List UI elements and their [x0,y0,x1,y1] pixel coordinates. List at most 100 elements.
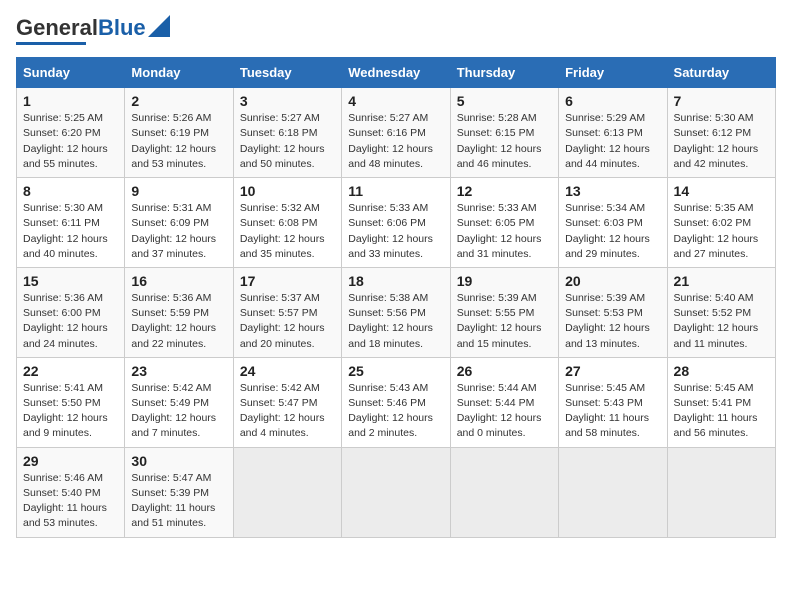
calendar-cell: 13Sunrise: 5:34 AM Sunset: 6:03 PM Dayli… [559,178,667,268]
day-info: Sunrise: 5:29 AM Sunset: 6:13 PM Dayligh… [565,111,660,172]
calendar-cell: 27Sunrise: 5:45 AM Sunset: 5:43 PM Dayli… [559,357,667,447]
day-number: 22 [23,363,118,379]
day-number: 12 [457,183,552,199]
day-info: Sunrise: 5:36 AM Sunset: 5:59 PM Dayligh… [131,291,226,352]
day-number: 17 [240,273,335,289]
day-info: Sunrise: 5:32 AM Sunset: 6:08 PM Dayligh… [240,201,335,262]
day-number: 13 [565,183,660,199]
day-info: Sunrise: 5:33 AM Sunset: 6:05 PM Dayligh… [457,201,552,262]
day-number: 23 [131,363,226,379]
day-number: 21 [674,273,769,289]
column-header-saturday: Saturday [667,58,775,88]
calendar-cell: 11Sunrise: 5:33 AM Sunset: 6:06 PM Dayli… [342,178,450,268]
day-info: Sunrise: 5:39 AM Sunset: 5:55 PM Dayligh… [457,291,552,352]
day-info: Sunrise: 5:45 AM Sunset: 5:41 PM Dayligh… [674,381,769,442]
calendar-cell: 20 Sunrise: 5:39 AM Sunset: 5:53 PM Dayli… [559,267,667,357]
calendar-cell: 21Sunrise: 5:40 AM Sunset: 5:52 PM Dayli… [667,267,775,357]
day-info: Sunrise: 5:28 AM Sunset: 6:15 PM Dayligh… [457,111,552,172]
column-header-monday: Monday [125,58,233,88]
day-number: 28 [674,363,769,379]
day-number: 18 [348,273,443,289]
day-number: 15 [23,273,118,289]
calendar-table: SundayMondayTuesdayWednesdayThursdayFrid… [16,57,776,537]
day-info: Sunrise: 5:43 AM Sunset: 5:46 PM Dayligh… [348,381,443,442]
day-info: Sunrise: 5:27 AM Sunset: 6:16 PM Dayligh… [348,111,443,172]
column-header-friday: Friday [559,58,667,88]
calendar-week-2: 8Sunrise: 5:30 AM Sunset: 6:11 PM Daylig… [17,178,776,268]
calendar-cell: 16Sunrise: 5:36 AM Sunset: 5:59 PM Dayli… [125,267,233,357]
calendar-cell: 1 Sunrise: 5:25 AM Sunset: 6:20 PM Daylig… [17,88,125,178]
calendar-week-3: 15 Sunrise: 5:36 AM Sunset: 6:00 PM Dayli… [17,267,776,357]
day-number: 29 [23,453,118,469]
day-number: 26 [457,363,552,379]
calendar-cell: 26 Sunrise: 5:44 AM Sunset: 5:44 PM Dayli… [450,357,558,447]
day-info: Sunrise: 5:30 AM Sunset: 6:12 PM Dayligh… [674,111,769,172]
logo-underline [16,42,86,45]
calendar-cell: 18 Sunrise: 5:38 AM Sunset: 5:56 PM Dayli… [342,267,450,357]
column-header-thursday: Thursday [450,58,558,88]
calendar-cell: 17 Sunrise: 5:37 AM Sunset: 5:57 PM Dayli… [233,267,341,357]
day-number: 11 [348,183,443,199]
calendar-cell: 29 Sunrise: 5:46 AM Sunset: 5:40 PM Dayli… [17,447,125,537]
calendar-cell: 28 Sunrise: 5:45 AM Sunset: 5:41 PM Dayli… [667,357,775,447]
logo: GeneralBlue [16,16,170,45]
calendar-cell: 24 Sunrise: 5:42 AM Sunset: 5:47 PM Dayli… [233,357,341,447]
day-info: Sunrise: 5:44 AM Sunset: 5:44 PM Dayligh… [457,381,552,442]
day-number: 30 [131,453,226,469]
day-number: 10 [240,183,335,199]
day-info: Sunrise: 5:41 AM Sunset: 5:50 PM Dayligh… [23,381,118,442]
calendar-week-4: 22 Sunrise: 5:41 AM Sunset: 5:50 PM Dayli… [17,357,776,447]
calendar-cell: 2 Sunrise: 5:26 AM Sunset: 6:19 PM Daylig… [125,88,233,178]
page-header: GeneralBlue [16,16,776,45]
day-number: 1 [23,93,118,109]
calendar-cell: 9 Sunrise: 5:31 AM Sunset: 6:09 PM Daylig… [125,178,233,268]
calendar-cell: 30 Sunrise: 5:47 AM Sunset: 5:39 PM Dayli… [125,447,233,537]
day-info: Sunrise: 5:37 AM Sunset: 5:57 PM Dayligh… [240,291,335,352]
calendar-cell [342,447,450,537]
calendar-cell: 12 Sunrise: 5:33 AM Sunset: 6:05 PM Dayli… [450,178,558,268]
day-number: 24 [240,363,335,379]
day-number: 7 [674,93,769,109]
day-info: Sunrise: 5:46 AM Sunset: 5:40 PM Dayligh… [23,471,118,532]
day-info: Sunrise: 5:42 AM Sunset: 5:47 PM Dayligh… [240,381,335,442]
day-info: Sunrise: 5:26 AM Sunset: 6:19 PM Dayligh… [131,111,226,172]
calendar-cell: 19 Sunrise: 5:39 AM Sunset: 5:55 PM Dayli… [450,267,558,357]
day-info: Sunrise: 5:42 AM Sunset: 5:49 PM Dayligh… [131,381,226,442]
day-number: 6 [565,93,660,109]
day-number: 19 [457,273,552,289]
logo-icon [148,15,170,37]
calendar-cell: 15 Sunrise: 5:36 AM Sunset: 6:00 PM Dayli… [17,267,125,357]
calendar-header-row: SundayMondayTuesdayWednesdayThursdayFrid… [17,58,776,88]
day-number: 20 [565,273,660,289]
day-number: 4 [348,93,443,109]
calendar-cell [559,447,667,537]
calendar-week-1: 1 Sunrise: 5:25 AM Sunset: 6:20 PM Daylig… [17,88,776,178]
calendar-cell: 7 Sunrise: 5:30 AM Sunset: 6:12 PM Daylig… [667,88,775,178]
calendar-week-5: 29 Sunrise: 5:46 AM Sunset: 5:40 PM Dayli… [17,447,776,537]
column-header-sunday: Sunday [17,58,125,88]
day-number: 5 [457,93,552,109]
logo-text: GeneralBlue [16,16,146,40]
calendar-cell: 23 Sunrise: 5:42 AM Sunset: 5:49 PM Dayli… [125,357,233,447]
day-number: 14 [674,183,769,199]
calendar-cell: 22 Sunrise: 5:41 AM Sunset: 5:50 PM Dayli… [17,357,125,447]
day-info: Sunrise: 5:31 AM Sunset: 6:09 PM Dayligh… [131,201,226,262]
calendar-cell: 10 Sunrise: 5:32 AM Sunset: 6:08 PM Dayli… [233,178,341,268]
day-info: Sunrise: 5:36 AM Sunset: 6:00 PM Dayligh… [23,291,118,352]
day-info: Sunrise: 5:35 AM Sunset: 6:02 PM Dayligh… [674,201,769,262]
column-header-wednesday: Wednesday [342,58,450,88]
calendar-cell: 6 Sunrise: 5:29 AM Sunset: 6:13 PM Daylig… [559,88,667,178]
calendar-cell [233,447,341,537]
calendar-cell [667,447,775,537]
day-info: Sunrise: 5:39 AM Sunset: 5:53 PM Dayligh… [565,291,660,352]
calendar-cell: 5 Sunrise: 5:28 AM Sunset: 6:15 PM Daylig… [450,88,558,178]
column-header-tuesday: Tuesday [233,58,341,88]
day-info: Sunrise: 5:47 AM Sunset: 5:39 PM Dayligh… [131,471,226,532]
calendar-cell: 8Sunrise: 5:30 AM Sunset: 6:11 PM Daylig… [17,178,125,268]
calendar-cell: 14 Sunrise: 5:35 AM Sunset: 6:02 PM Dayli… [667,178,775,268]
day-number: 2 [131,93,226,109]
day-info: Sunrise: 5:38 AM Sunset: 5:56 PM Dayligh… [348,291,443,352]
day-info: Sunrise: 5:25 AM Sunset: 6:20 PM Dayligh… [23,111,118,172]
day-number: 9 [131,183,226,199]
day-info: Sunrise: 5:27 AM Sunset: 6:18 PM Dayligh… [240,111,335,172]
